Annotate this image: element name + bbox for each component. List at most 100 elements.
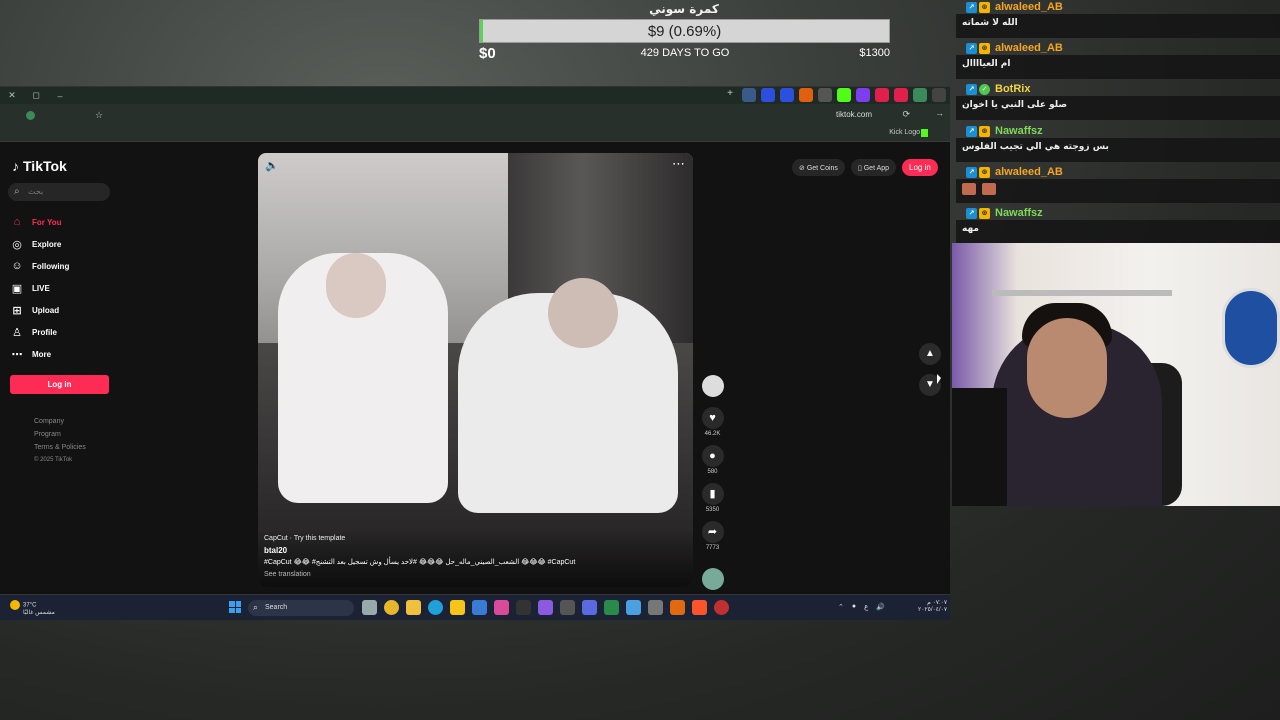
sidebar-login-button[interactable]: Log in xyxy=(10,375,109,394)
nav-more[interactable]: ⋯ More xyxy=(10,343,69,365)
tab-favicon[interactable] xyxy=(894,88,908,102)
tab-favicon[interactable] xyxy=(875,88,889,102)
language-indicator-icon[interactable]: ع xyxy=(864,603,868,611)
forward-icon[interactable]: → xyxy=(935,108,944,118)
store-icon[interactable] xyxy=(472,600,487,615)
chevron-up-icon[interactable]: ▲ xyxy=(919,343,941,365)
url-text[interactable]: tiktok.com xyxy=(836,110,872,119)
taskbar-apps xyxy=(362,600,729,615)
taskbar-app-icon[interactable] xyxy=(582,600,597,615)
comment-icon[interactable]: ● xyxy=(701,445,724,467)
speaker-icon[interactable]: 🔊 xyxy=(876,603,885,611)
footer-link[interactable]: Company xyxy=(34,415,86,428)
music-disc-avatar[interactable] xyxy=(702,568,724,590)
footer-copyright: © 2025 TikTok xyxy=(34,457,73,463)
tab-favicon[interactable] xyxy=(761,88,775,102)
taskbar-search[interactable]: ⌕ Search xyxy=(248,600,354,616)
tab-favicon[interactable] xyxy=(837,88,851,102)
extension-icon[interactable] xyxy=(26,110,35,120)
taskbar-app-icon[interactable] xyxy=(648,600,663,615)
nav-explore[interactable]: ◎ Explore xyxy=(10,233,69,255)
volume-icon[interactable]: 🔈 xyxy=(265,159,279,172)
plus-square-icon: ⊞ xyxy=(12,304,22,317)
start-button[interactable] xyxy=(229,601,241,613)
sidebar-footer: Company Program Terms & Policies © 2025 … xyxy=(34,415,86,467)
share-icon[interactable]: ➦ xyxy=(701,521,724,543)
video-player[interactable]: 🔈 ⋯ CapCut · Try this template btal20 #C… xyxy=(258,153,693,587)
nav-following[interactable]: ☺ Following xyxy=(10,255,69,277)
tab-favicon[interactable] xyxy=(780,88,794,102)
tab-favicon[interactable] xyxy=(799,88,813,102)
taskbar-app-icon[interactable] xyxy=(538,600,553,615)
get-app-button[interactable]: ▯ Get App xyxy=(850,159,897,176)
chrome-icon[interactable] xyxy=(384,600,399,615)
taskbar-app-icon[interactable] xyxy=(362,600,377,615)
taskbar-clock[interactable]: ٠٧:٠٧ م ٢٠٢٥/٠٤/٠٧ xyxy=(918,600,947,614)
subscriber-badge-icon: ⊛ xyxy=(979,207,990,219)
streamer-face xyxy=(1027,318,1107,418)
footer-link[interactable]: Terms & Policies xyxy=(34,441,86,454)
address-bar: ☆ tiktok.com ⟳ → xyxy=(0,104,950,126)
taskbar-app-icon[interactable] xyxy=(450,600,465,615)
tab-favicon[interactable] xyxy=(818,88,832,102)
like-icon[interactable]: ♥ xyxy=(701,407,724,429)
video-username[interactable]: btal20 xyxy=(264,545,687,557)
sidebar-nav: ⌂ For You ◎ Explore ☺ Following ▣ LIVE ⊞ Uplo… xyxy=(10,211,69,365)
star-icon[interactable]: ☆ xyxy=(95,110,103,121)
capcut-template-link[interactable]: CapCut · Try this template xyxy=(264,533,687,545)
restore-window-icon[interactable]: ◻ xyxy=(24,90,48,101)
footer-link[interactable]: Program xyxy=(34,428,86,441)
taskbar-app-icon[interactable] xyxy=(714,600,729,615)
tab-favicon[interactable] xyxy=(742,88,756,102)
taskbar-app-icon[interactable] xyxy=(604,600,619,615)
taskbar-app-icon[interactable] xyxy=(560,600,575,615)
taskbar-app-icon[interactable] xyxy=(626,600,641,615)
stream-overlay: كمرة سوني $9 (0.69%) $0 429 DAYS TO GO $… xyxy=(0,0,1280,720)
minimize-window-icon[interactable]: – xyxy=(48,91,72,101)
get-coins-button[interactable]: ⊘ Get Coins xyxy=(792,159,845,176)
taskbar-app-icon[interactable] xyxy=(670,600,685,615)
edge-icon[interactable] xyxy=(428,600,443,615)
nav-profile[interactable]: ♙ Profile xyxy=(10,321,69,343)
verified-icon: ↗ xyxy=(966,166,977,178)
tab-list-icon[interactable] xyxy=(932,88,946,102)
video-caption: CapCut · Try this template btal20 #CapCu… xyxy=(258,529,693,587)
search-input[interactable]: ⌕ بحث xyxy=(8,183,110,201)
comment-count: 580 xyxy=(707,469,718,475)
weather-widget[interactable]: 37°C مشمس غالبًا xyxy=(10,600,55,617)
more-options-icon[interactable]: ⋯ xyxy=(672,156,685,172)
see-translation-link[interactable]: See translation xyxy=(264,569,687,581)
bookmarks-bar: Kick Logo xyxy=(0,126,950,142)
goal-min: $0 xyxy=(479,45,496,62)
bookmark-kick[interactable]: Kick Logo xyxy=(889,129,920,136)
tab-favicon[interactable] xyxy=(856,88,870,102)
goal-days: 429 DAYS TO GO xyxy=(640,47,730,59)
nav-live[interactable]: ▣ LIVE xyxy=(10,277,69,299)
reload-icon[interactable]: ⟳ xyxy=(902,109,910,120)
new-tab-icon[interactable]: + xyxy=(723,88,737,102)
emote-icon xyxy=(982,183,996,195)
taskbar-app-icon[interactable] xyxy=(516,600,531,615)
chevron-up-icon[interactable]: ⌃ xyxy=(838,603,844,611)
subscriber-badge-icon: ⊛ xyxy=(979,166,990,178)
video-frame-head xyxy=(548,278,618,348)
subscriber-badge-icon: ⊛ xyxy=(979,42,990,54)
goal-progress-bar: $9 (0.69%) xyxy=(479,19,890,43)
top-login-button[interactable]: Log in xyxy=(902,159,938,176)
mic-icon[interactable]: ● xyxy=(852,603,856,611)
tab-favicon[interactable] xyxy=(913,88,927,102)
verified-icon: ↗ xyxy=(966,83,977,95)
bookmark-icon[interactable]: ▮ xyxy=(701,483,724,505)
emote-icon xyxy=(962,183,976,195)
creator-avatar[interactable] xyxy=(701,375,724,397)
nav-upload[interactable]: ⊞ Upload xyxy=(10,299,69,321)
folder-icon[interactable] xyxy=(406,600,421,615)
taskbar-app-icon[interactable] xyxy=(494,600,509,615)
tiktok-logo[interactable]: ♪ TikTok xyxy=(12,158,67,174)
kick-logo-icon[interactable] xyxy=(921,129,928,137)
brave-icon[interactable] xyxy=(692,600,707,615)
close-window-icon[interactable]: ✕ xyxy=(0,90,24,101)
webcam-shelf xyxy=(992,290,1172,296)
search-icon: ⌕ xyxy=(253,602,259,612)
nav-for-you[interactable]: ⌂ For You xyxy=(10,211,69,233)
